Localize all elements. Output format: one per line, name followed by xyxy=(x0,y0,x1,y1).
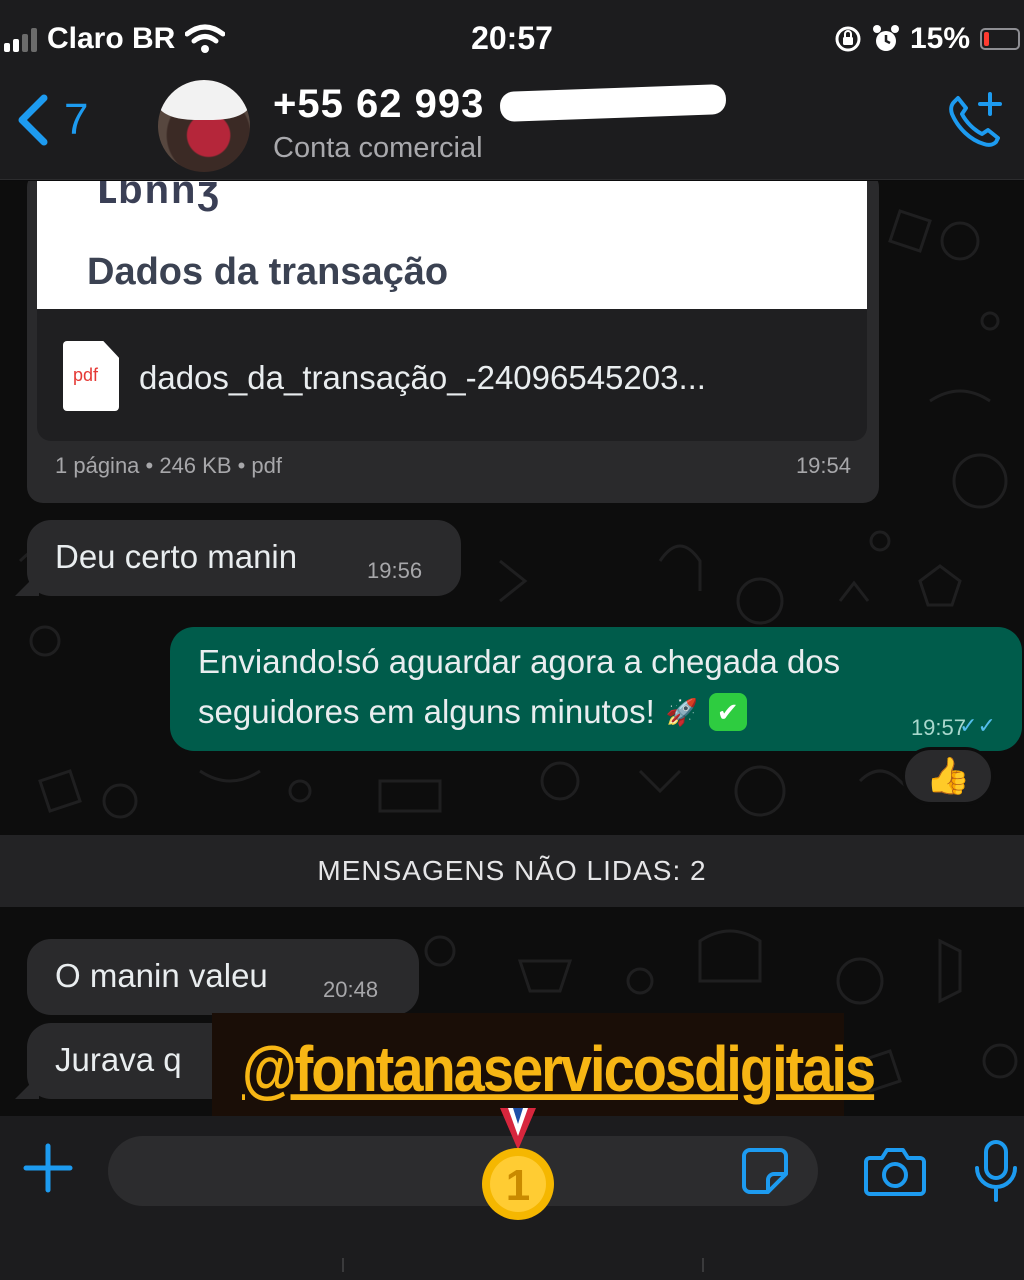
document-meta: 1 página • 246 KB • pdf xyxy=(55,453,283,478)
orientation-lock-icon xyxy=(835,26,861,52)
battery-percent: 15% xyxy=(909,22,970,55)
plus-icon[interactable] xyxy=(22,1142,74,1194)
incoming-message[interactable]: O manin valeu 20:48 xyxy=(27,939,419,1015)
back-chevron-icon xyxy=(18,94,48,146)
message-text: Jurava q xyxy=(55,1041,182,1078)
status-right: 15% xyxy=(834,22,1020,56)
document-file-name: dados_da_transação_-24096545203... xyxy=(139,359,706,396)
chat-area[interactable]: ւbnnʒ Dados da transação pdf dados_da_tr… xyxy=(0,181,1024,1116)
watermark-overlay: @fontanaservicosdigitais xyxy=(212,1013,876,1116)
read-receipt-icon: ✓✓ xyxy=(959,713,996,738)
pdf-file-icon: pdf xyxy=(63,341,119,411)
incoming-message[interactable]: Deu certo manin 19:56 xyxy=(15,520,461,596)
alarm-icon xyxy=(872,25,899,51)
check-mark-emoji-icon: ✔ xyxy=(708,693,747,731)
chat-header: 7 +55 62 993 Conta comercial xyxy=(0,80,1024,180)
divider xyxy=(702,1258,704,1272)
unread-messages-divider: MENSAGENS NÃO LIDAS: 2 xyxy=(0,835,1024,907)
battery-level xyxy=(984,32,989,46)
preview-heading: Dados da transação xyxy=(87,251,449,293)
outgoing-message[interactable]: Enviando!só aguardar agora a chegada dos… xyxy=(170,627,1022,751)
pdf-file-type: pdf xyxy=(73,365,99,385)
message-time: 19:57 xyxy=(910,715,966,740)
message-text-line-1: Enviando!só aguardar agora a chegada dos xyxy=(198,643,841,680)
back-button[interactable]: 7 xyxy=(16,94,88,146)
message-text-line-2: seguidores em alguns minutos! 🚀 ✔ xyxy=(198,693,747,731)
home-indicator-area xyxy=(0,1226,1024,1280)
battery-icon xyxy=(980,28,1020,50)
number-redaction xyxy=(499,84,727,122)
unread-chats-count: 7 xyxy=(64,95,89,144)
message-time: 19:54 xyxy=(795,453,851,478)
thumbs-up-reaction-icon[interactable]: 👍 xyxy=(902,747,994,805)
contact-avatar[interactable] xyxy=(158,80,250,172)
contact-subtitle: Conta comercial xyxy=(273,132,483,164)
medal-number: 1 xyxy=(506,1161,530,1210)
camera-icon[interactable] xyxy=(864,1144,926,1198)
watermark-text: @fontanaservicosdigitais xyxy=(242,1032,876,1105)
message-text: O manin valeu xyxy=(55,957,268,994)
message-time: 19:56 xyxy=(367,558,423,583)
contact-phone-number[interactable]: +55 62 993 xyxy=(273,82,484,127)
rocket-emoji-icon: 🚀 xyxy=(665,697,698,727)
message-text: Deu certo manin xyxy=(55,538,298,575)
divider xyxy=(342,1258,344,1272)
preview-cropped-text: ւbnnʒ xyxy=(97,181,221,212)
message-time: 20:48 xyxy=(323,977,379,1002)
status-bar: Claro BR 20:57 15% xyxy=(0,0,1024,80)
avatar-redaction xyxy=(158,80,250,120)
add-call-icon[interactable] xyxy=(944,90,1006,152)
gold-medal-icon: 1 xyxy=(482,1108,554,1220)
sticker-icon[interactable] xyxy=(740,1146,790,1196)
document-message[interactable]: ւbnnʒ Dados da transação pdf dados_da_tr… xyxy=(27,181,879,503)
microphone-icon[interactable] xyxy=(972,1140,1020,1202)
message-text: seguidores em alguns minutos! xyxy=(198,693,655,730)
document-preview[interactable]: ւbnnʒ Dados da transação xyxy=(37,181,867,309)
document-file-row[interactable]: pdf dados_da_transação_-24096545203... xyxy=(37,309,867,441)
message-input[interactable] xyxy=(108,1136,818,1206)
